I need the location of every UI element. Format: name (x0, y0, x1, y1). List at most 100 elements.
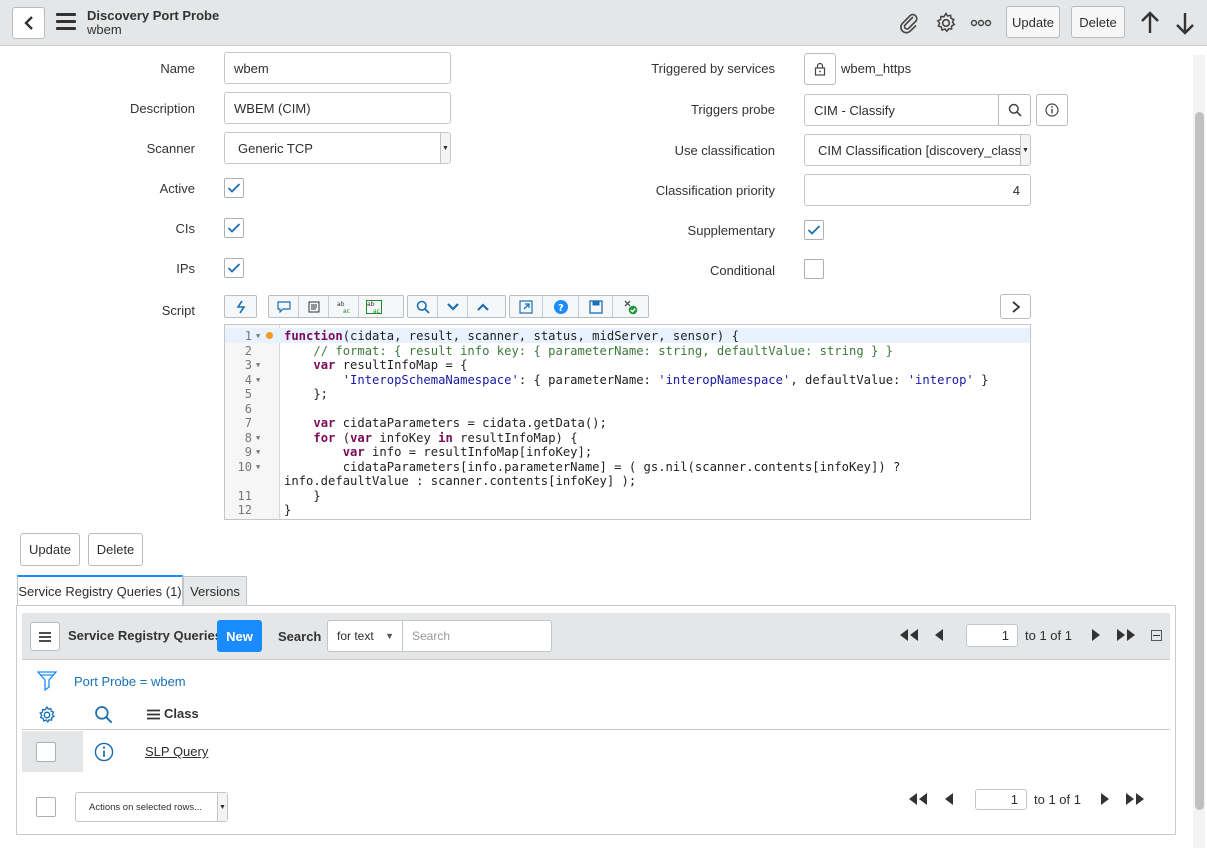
expand-script-button[interactable] (1000, 294, 1031, 319)
next-record-icon[interactable] (1173, 10, 1197, 36)
filter-icon[interactable] (36, 670, 58, 695)
last-page-icon[interactable] (1114, 628, 1138, 645)
row-checkbox[interactable] (36, 742, 56, 762)
script-toggle-button[interactable] (224, 295, 257, 318)
syntax-check-icon[interactable] (613, 296, 647, 317)
filter-breadcrumb[interactable]: Port Probe = wbem (74, 674, 186, 689)
column-menu-icon[interactable] (147, 708, 160, 723)
previous-page-icon[interactable] (933, 628, 945, 645)
select-all-checkbox[interactable] (36, 797, 56, 817)
previous-record-icon[interactable] (1138, 10, 1162, 36)
triggers-probe-field[interactable]: CIM - Classify (804, 94, 999, 126)
new-button[interactable]: New (217, 620, 262, 652)
context-menu-icon[interactable] (56, 13, 76, 31)
dropdown-caret-icon: ▼ (217, 793, 227, 821)
lookup-button[interactable] (998, 94, 1031, 126)
search-field-select[interactable]: for text ▼ (327, 620, 403, 652)
cis-checkbox[interactable] (224, 218, 244, 238)
line-number: 2 (244, 343, 252, 358)
collapse-list-icon[interactable] (1151, 630, 1162, 641)
chevron-left-icon (23, 16, 33, 30)
conditional-checkbox[interactable] (804, 259, 824, 279)
active-checkbox[interactable] (224, 178, 244, 198)
fullscreen-icon[interactable] (510, 296, 543, 317)
list-search-input[interactable]: Search (402, 620, 552, 652)
first-page-icon[interactable] (897, 628, 921, 645)
code-line: for (var infoKey in resultInfoMap) { (313, 430, 578, 445)
page-number-input[interactable]: 1 (966, 624, 1018, 647)
header-delete-button[interactable]: Delete (1071, 6, 1125, 38)
first-page-icon[interactable] (906, 792, 930, 809)
tab-versions[interactable]: Versions (183, 576, 247, 605)
previous-page-icon[interactable] (943, 792, 955, 809)
gear-icon[interactable] (934, 11, 958, 35)
format-code-icon[interactable] (299, 296, 329, 317)
hamburger-icon (39, 631, 51, 642)
cis-label: CIs (175, 221, 196, 236)
tab-service-registry-queries[interactable]: Service Registry Queries (1) (17, 575, 183, 605)
code-line: cidataParameters[info.parameterName] = (… (284, 459, 901, 474)
find-next-icon[interactable] (438, 296, 468, 317)
line-number: 4 (244, 372, 252, 387)
last-page-icon[interactable] (1123, 792, 1147, 809)
active-label: Active (159, 181, 195, 196)
svg-text:ab: ab (367, 301, 375, 308)
replace-all-icon[interactable]: ab ac (359, 296, 389, 317)
delete-button[interactable]: Delete (88, 533, 143, 566)
fold-arrow-icon[interactable]: ▼ (256, 361, 260, 369)
search-icon[interactable] (408, 296, 438, 317)
script-toolbar-group-3: ? (509, 295, 649, 318)
line-number: 5 (244, 387, 252, 401)
help-icon[interactable]: ? (543, 296, 579, 317)
row-class-link[interactable]: SLP Query (145, 744, 208, 759)
attachment-icon[interactable] (898, 12, 920, 34)
more-options-icon[interactable] (970, 12, 996, 34)
checkmark-icon (227, 183, 241, 193)
supplementary-checkbox[interactable] (804, 220, 824, 240)
fold-arrow-icon[interactable]: ▼ (256, 376, 260, 384)
column-header-class[interactable]: Class (164, 706, 199, 721)
info-button[interactable] (1036, 94, 1068, 126)
scrollbar-thumb[interactable] (1195, 112, 1204, 810)
next-page-icon[interactable] (1090, 628, 1102, 645)
fold-arrow-icon[interactable]: ▼ (256, 434, 260, 442)
list-context-menu-button[interactable] (30, 622, 60, 651)
column-search-icon[interactable] (94, 705, 113, 727)
fold-arrow-icon[interactable]: ▼ (256, 332, 260, 340)
name-label: Name (160, 61, 195, 76)
scanner-select[interactable]: Generic TCP ▼ (224, 132, 451, 164)
update-button[interactable]: Update (20, 533, 80, 566)
classification-priority-field[interactable]: 4 (804, 174, 1031, 206)
checkmark-icon (227, 223, 241, 233)
comment-icon[interactable] (269, 296, 299, 317)
scanner-value: Generic TCP (238, 140, 313, 156)
code-line: var resultInfoMap = { (313, 358, 468, 372)
script-editor[interactable]: 1 2 3 4 5 6 7 8 9 10 11 12 ▼ ▼ ▼ ▼ ▼ ▼ f… (224, 324, 1031, 520)
next-page-icon[interactable] (1099, 792, 1111, 809)
use-classification-label: Use classification (674, 143, 775, 158)
name-field[interactable]: wbem (224, 52, 451, 84)
ips-checkbox[interactable] (224, 258, 244, 278)
back-button[interactable] (12, 7, 45, 39)
description-label: Description (129, 101, 195, 116)
actions-select[interactable]: Actions on selected rows... ▼ (75, 792, 228, 822)
lock-button[interactable] (804, 53, 836, 85)
info-icon (1045, 103, 1059, 117)
scanner-label: Scanner (146, 141, 195, 156)
header-update-button[interactable]: Update (1006, 6, 1060, 38)
format-toggle-icon (236, 300, 245, 313)
script-toolbar-group-1: ab ac ab ac (268, 295, 404, 318)
bottom-page-number-input[interactable]: 1 (975, 789, 1027, 810)
save-icon[interactable] (579, 296, 613, 317)
list-settings-gear-icon[interactable] (37, 705, 57, 728)
line-number: 9 (244, 445, 252, 459)
description-field[interactable]: WBEM (CIM) (224, 92, 451, 124)
line-number: 10 (237, 459, 252, 474)
fold-arrow-icon[interactable]: ▼ (256, 463, 260, 471)
lock-icon (814, 62, 826, 76)
row-preview-info-icon[interactable] (94, 742, 114, 765)
replace-icon[interactable]: ab ac (329, 296, 359, 317)
find-previous-icon[interactable] (468, 296, 498, 317)
fold-arrow-icon[interactable]: ▼ (256, 448, 260, 456)
use-classification-select[interactable]: CIM Classification [discovery_classy ▼ (804, 134, 1031, 166)
